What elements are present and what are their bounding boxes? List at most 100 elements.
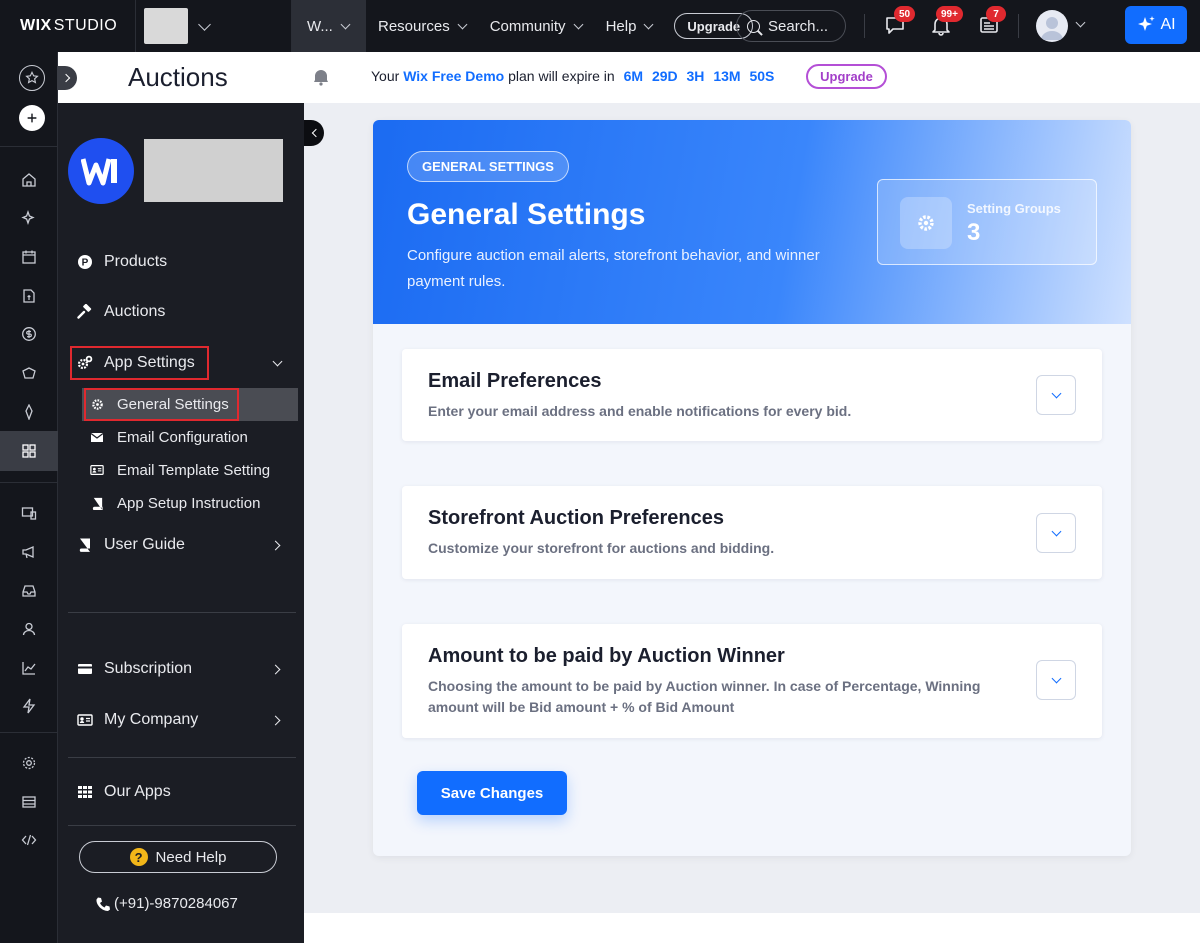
chevron-down-icon — [198, 17, 211, 31]
sidebar-item-our-apps[interactable]: Our Apps — [76, 780, 171, 804]
sidebar-subitem-email-template-setting[interactable]: Email Template Setting — [90, 459, 270, 481]
section-title: Amount to be paid by Auction Winner — [428, 645, 785, 667]
expand-amount-winner-button[interactable] — [1036, 660, 1076, 700]
sidebar-item-label: Email Configuration — [117, 428, 248, 446]
section-amount-paid-by-winner[interactable]: Amount to be paid by Auction Winner Choo… — [402, 624, 1102, 738]
divider — [68, 612, 296, 613]
setting-groups-count: 3 — [967, 219, 981, 246]
menu-resources[interactable]: Resources — [366, 0, 478, 52]
sidebar-item-label: Auctions — [104, 303, 166, 320]
chevron-right-icon — [61, 73, 71, 83]
invoice-icon[interactable] — [20, 287, 38, 305]
automation-bolt-icon[interactable] — [20, 697, 38, 715]
app-logo — [68, 138, 134, 204]
chevron-down-icon — [457, 19, 468, 29]
question-icon: ? — [129, 848, 148, 866]
section-title: Email Preferences — [428, 370, 602, 392]
plan-upgrade-button[interactable]: Upgrade — [806, 64, 887, 89]
site-selector[interactable] — [136, 0, 292, 52]
expand-storefront-preferences-button[interactable] — [1036, 513, 1076, 553]
sidebar-item-label: User Guide — [104, 536, 185, 553]
footer-strip — [304, 913, 1200, 943]
chevron-down-icon — [1051, 388, 1061, 398]
sidebar-subitem-app-setup-instruction[interactable]: App Setup Instruction — [90, 492, 260, 514]
search-input[interactable]: Search... — [736, 10, 846, 42]
section-storefront-auction-preferences[interactable]: Storefront Auction Preferences Customize… — [402, 486, 1102, 579]
brand-bold: WIX — [20, 17, 52, 34]
calendar-icon[interactable] — [20, 248, 38, 266]
expand-email-preferences-button[interactable] — [1036, 375, 1076, 415]
menu-help[interactable]: Help — [594, 0, 665, 52]
setting-groups-label: Setting Groups — [967, 201, 1061, 216]
inbox-icon[interactable]: 7 — [978, 6, 1006, 36]
sidebar-subitem-email-configuration[interactable]: Email Configuration — [90, 426, 248, 448]
notifications-bell-icon[interactable]: 99+ — [930, 6, 963, 36]
company-name-placeholder — [144, 139, 283, 202]
home-icon[interactable] — [20, 171, 38, 189]
sparkle-icon — [1138, 16, 1156, 31]
plan-expiry-banner: Your Wix Free Demo plan will expire in 6… — [371, 68, 774, 84]
menu-help-label: Help — [605, 17, 637, 35]
analytics-icon[interactable] — [20, 659, 38, 677]
settings-panel: GENERAL SETTINGS General Settings Config… — [373, 120, 1131, 856]
chevron-down-icon — [340, 19, 351, 29]
phone-icon — [96, 897, 110, 911]
countdown-seconds: 50S — [749, 68, 775, 84]
menu-community[interactable]: Community — [478, 0, 594, 52]
star-favorites-icon[interactable] — [19, 65, 45, 91]
dashboard-icon-rail — [0, 52, 58, 943]
brand-light: STUDIO — [53, 17, 118, 34]
hero-description: Configure auction email alerts, storefro… — [407, 247, 820, 290]
sidebar-item-my-company[interactable]: My Company — [76, 708, 198, 732]
sidebar-item-label: Products — [104, 253, 168, 270]
book-icon — [90, 496, 104, 510]
chevron-down-icon — [573, 19, 584, 29]
wix-studio-logo[interactable]: WIX STUDIO — [0, 0, 136, 52]
divider — [0, 482, 58, 483]
need-help-button[interactable]: ? Need Help — [79, 841, 277, 873]
chevron-right-icon[interactable] — [270, 664, 281, 675]
inbox-tray-icon[interactable] — [20, 582, 38, 600]
sidebar-item-auctions[interactable]: Auctions — [76, 300, 165, 324]
chevron-right-icon[interactable] — [270, 540, 281, 551]
divider — [0, 146, 58, 147]
site-menu-label: W... — [307, 17, 333, 35]
dollar-icon[interactable] — [20, 325, 38, 343]
megaphone-icon[interactable] — [20, 543, 38, 561]
sidebar-item-label: App Setup Instruction — [117, 494, 261, 512]
hero-tag: GENERAL SETTINGS — [407, 151, 569, 182]
section-email-preferences[interactable]: Email Preferences Enter your email addre… — [402, 349, 1102, 441]
add-icon[interactable] — [19, 105, 45, 131]
sidebar-item-products[interactable]: P Products — [76, 250, 167, 274]
gavel-icon — [76, 303, 94, 321]
grid-icon — [76, 783, 94, 801]
sidebar-item-subscription[interactable]: Subscription — [76, 657, 192, 681]
divider — [1018, 14, 1019, 38]
plan-name[interactable]: Wix Free Demo — [403, 68, 504, 84]
ai-assistant-button[interactable]: AI — [1125, 6, 1187, 44]
phone-number: (+91)-9870284067 — [114, 895, 238, 912]
sidebar-item-user-guide[interactable]: User Guide — [76, 533, 185, 557]
user-avatar[interactable] — [1036, 10, 1068, 42]
chevron-down-icon[interactable] — [272, 356, 283, 367]
support-phone[interactable]: (+91)-9870284067 — [95, 895, 238, 912]
pen-icon[interactable] — [20, 403, 38, 421]
contacts-icon[interactable] — [20, 620, 38, 638]
messages-icon[interactable]: 50 — [884, 6, 916, 36]
envelope-icon — [90, 430, 104, 444]
plan-prefix: Your — [371, 68, 400, 84]
sidebar-item-label: Subscription — [104, 660, 193, 677]
save-changes-button[interactable]: Save Changes — [417, 771, 567, 815]
site-menu[interactable]: W... — [292, 0, 366, 52]
table-icon[interactable] — [20, 793, 38, 811]
apps-icon[interactable] — [20, 442, 38, 460]
code-icon[interactable] — [20, 831, 38, 849]
sparkle-ai-icon[interactable] — [20, 209, 38, 227]
countdown-hours: 3H — [686, 68, 705, 84]
chevron-right-icon[interactable] — [270, 715, 281, 726]
announcement-icon — [313, 68, 329, 86]
settings-gear-icon[interactable] — [20, 754, 38, 772]
svg-text:P: P — [82, 258, 89, 269]
store-icon[interactable] — [20, 364, 38, 382]
devices-icon[interactable] — [20, 504, 38, 522]
